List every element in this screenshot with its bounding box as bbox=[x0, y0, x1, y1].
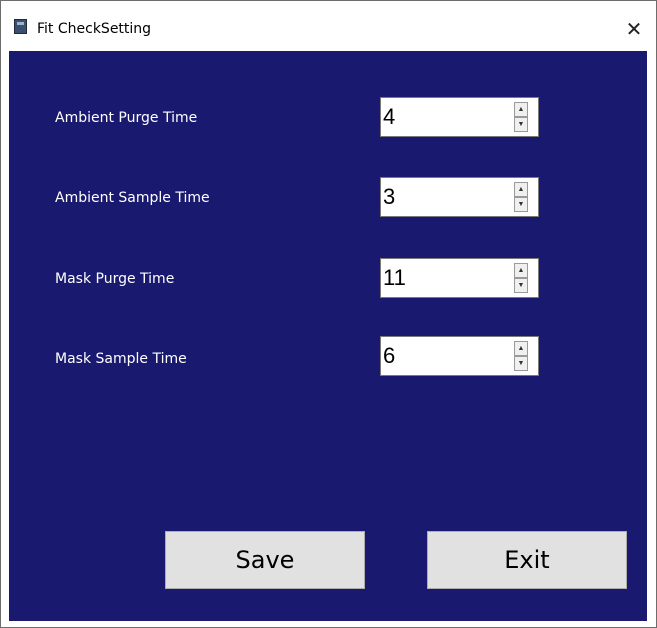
app-icon bbox=[14, 19, 27, 34]
ambient-purge-time-spinner: ▲ ▼ bbox=[380, 97, 539, 137]
save-button[interactable]: Save bbox=[165, 531, 365, 589]
mask-sample-time-spinner: ▲ ▼ bbox=[380, 336, 539, 376]
spin-down-button[interactable]: ▼ bbox=[514, 197, 528, 212]
spin-buttons: ▲ ▼ bbox=[514, 182, 528, 212]
spin-buttons: ▲ ▼ bbox=[514, 341, 528, 371]
chevron-down-icon: ▼ bbox=[517, 282, 525, 289]
spin-down-button[interactable]: ▼ bbox=[514, 278, 528, 293]
ambient-sample-time-spinner: ▲ ▼ bbox=[380, 177, 539, 217]
chevron-up-icon: ▲ bbox=[517, 186, 525, 193]
mask-sample-time-label: Mask Sample Time bbox=[55, 351, 187, 367]
spin-buttons: ▲ ▼ bbox=[514, 102, 528, 132]
mask-purge-time-input[interactable] bbox=[383, 261, 508, 295]
dialog-window: Fit CheckSetting ✕ Ambient Purge Time ▲ … bbox=[0, 0, 657, 628]
mask-purge-time-spinner: ▲ ▼ bbox=[380, 258, 539, 298]
window-title: Fit CheckSetting bbox=[37, 21, 152, 37]
ambient-sample-time-label: Ambient Sample Time bbox=[55, 190, 210, 206]
close-button[interactable]: ✕ bbox=[613, 9, 655, 49]
mask-sample-time-input[interactable] bbox=[383, 339, 508, 373]
ambient-sample-time-input[interactable] bbox=[383, 180, 508, 214]
title-bar: Fit CheckSetting ✕ bbox=[1, 1, 656, 51]
chevron-down-icon: ▼ bbox=[517, 121, 525, 128]
chevron-down-icon: ▼ bbox=[517, 201, 525, 208]
spin-down-button[interactable]: ▼ bbox=[514, 356, 528, 371]
chevron-up-icon: ▲ bbox=[517, 267, 525, 274]
chevron-up-icon: ▲ bbox=[517, 345, 525, 352]
chevron-up-icon: ▲ bbox=[517, 106, 525, 113]
spin-up-button[interactable]: ▲ bbox=[514, 102, 528, 117]
spin-buttons: ▲ ▼ bbox=[514, 263, 528, 293]
exit-button[interactable]: Exit bbox=[427, 531, 627, 589]
spin-up-button[interactable]: ▲ bbox=[514, 263, 528, 278]
close-icon: ✕ bbox=[625, 17, 643, 41]
ambient-purge-time-input[interactable] bbox=[383, 100, 508, 134]
chevron-down-icon: ▼ bbox=[517, 360, 525, 367]
spin-up-button[interactable]: ▲ bbox=[514, 341, 528, 356]
spin-down-button[interactable]: ▼ bbox=[514, 117, 528, 132]
spin-up-button[interactable]: ▲ bbox=[514, 182, 528, 197]
settings-panel: Ambient Purge Time ▲ ▼ Ambient Sample Ti… bbox=[9, 51, 647, 621]
ambient-purge-time-label: Ambient Purge Time bbox=[55, 110, 198, 126]
mask-purge-time-label: Mask Purge Time bbox=[55, 271, 175, 287]
